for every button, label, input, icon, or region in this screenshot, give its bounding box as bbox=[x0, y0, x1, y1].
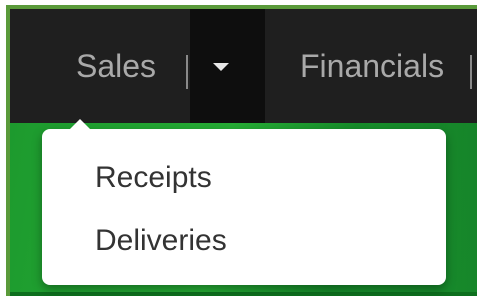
top-navbar: Sales Financials bbox=[10, 9, 477, 123]
menu-item-receipts[interactable]: Receipts bbox=[95, 155, 435, 201]
sales-dropdown-toggle[interactable] bbox=[190, 9, 265, 123]
sales-dropdown-menu: Receipts Deliveries bbox=[42, 119, 446, 285]
dropdown-pointer bbox=[70, 119, 90, 129]
app-frame: Sales Financials Receipts Deliveries bbox=[6, 5, 477, 296]
banner-bottom-edge bbox=[10, 292, 477, 296]
nav-item-financials[interactable]: Financials bbox=[300, 9, 444, 123]
nav-separator bbox=[186, 55, 188, 89]
nav-separator bbox=[470, 55, 472, 89]
menu-item-deliveries[interactable]: Deliveries bbox=[95, 218, 435, 264]
nav-item-sales[interactable]: Sales bbox=[76, 9, 156, 123]
caret-down-icon bbox=[213, 63, 229, 71]
